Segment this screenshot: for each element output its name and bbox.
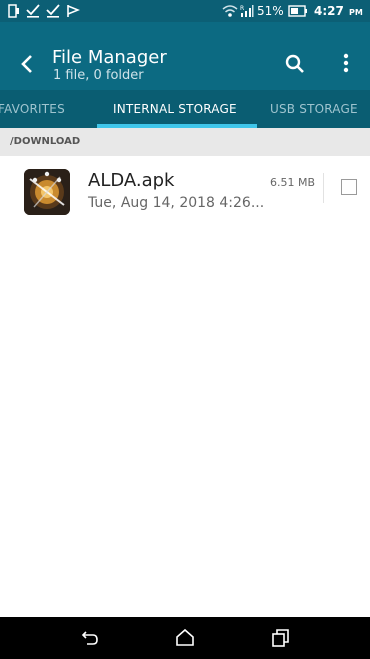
file-date: Tue, Aug 14, 2018 4:26... <box>88 195 265 211</box>
apk-icon <box>24 169 70 215</box>
download-check-icon <box>46 3 60 19</box>
flag-icon <box>66 3 80 19</box>
clock-time: 4:27 <box>314 4 344 18</box>
list-item[interactable]: ALDA.apk Tue, Aug 14, 2018 4:26... 6.51 … <box>0 156 370 222</box>
download-check-icon <box>26 3 40 19</box>
breadcrumb: /DOWNLOAD <box>0 128 370 156</box>
back-arrow-icon[interactable] <box>20 54 34 78</box>
back-nav-icon[interactable] <box>80 628 100 652</box>
home-nav-icon[interactable] <box>175 628 195 652</box>
app-bar: File Manager 1 file, 0 folder <box>0 22 370 90</box>
page-subtitle: 1 file, 0 folder <box>53 68 144 83</box>
status-bar: R 51% 4:27 PM <box>0 0 370 22</box>
tab-internal-storage[interactable]: INTERNAL STORAGE <box>113 102 237 116</box>
wifi-icon <box>222 3 238 19</box>
screen-icon <box>8 3 20 19</box>
tab-favorites[interactable]: FAVORITES <box>0 102 65 116</box>
recents-nav-icon[interactable] <box>270 628 290 652</box>
nav-bar <box>0 617 370 659</box>
battery-percent: 51% <box>257 4 284 18</box>
row-divider <box>323 173 324 203</box>
battery-icon <box>288 3 308 19</box>
file-size: 6.51 MB <box>270 176 316 189</box>
clock-ampm: PM <box>349 8 363 17</box>
tab-usb-storage[interactable]: USB STORAGE <box>270 102 358 116</box>
search-icon[interactable] <box>285 54 305 78</box>
storage-tabs: FAVORITES INTERNAL STORAGE USB STORAGE <box>0 90 370 128</box>
file-checkbox[interactable] <box>341 179 357 195</box>
signal-r-icon: R <box>240 3 254 19</box>
svg-text:R: R <box>240 5 244 12</box>
more-vert-icon[interactable] <box>343 53 349 77</box>
file-name: ALDA.apk <box>88 170 175 191</box>
page-title: File Manager <box>52 47 167 68</box>
current-path: /DOWNLOAD <box>10 136 81 147</box>
